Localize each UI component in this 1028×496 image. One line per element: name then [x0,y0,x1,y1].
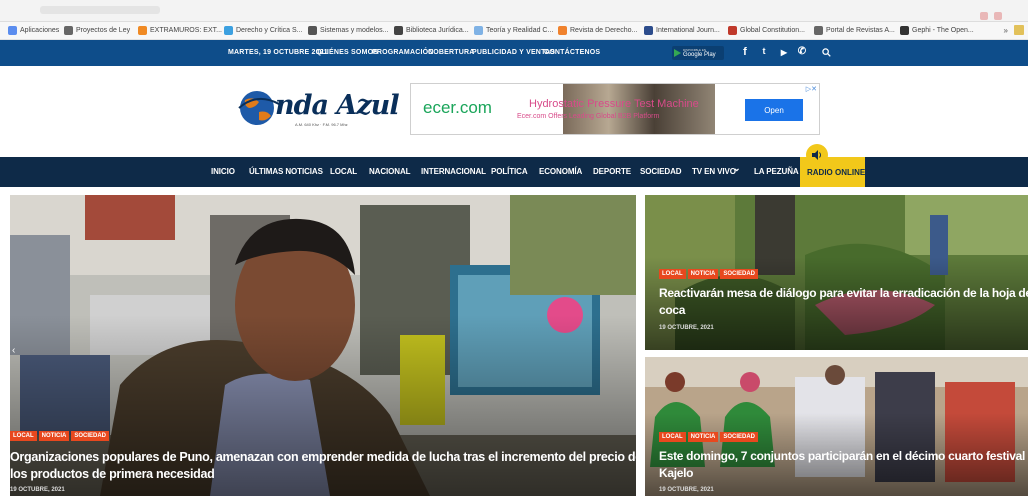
nav-item-politica[interactable]: POLÍTICA [491,167,528,176]
twitter-icon[interactable]: t [757,46,771,56]
logo-text: nda Azul [275,90,400,121]
bookmark-item[interactable]: Teoría y Realidad C... [474,26,553,35]
bookmarks-overflow-button[interactable]: » [1004,26,1008,35]
nav-item-internacional[interactable]: INTERNACIONAL [421,167,486,176]
tag-local[interactable]: LOCAL [10,431,37,441]
bookmark-item[interactable]: Biblioteca Jurídica... [394,26,469,35]
site-icon [474,26,483,35]
story-tags: LOCAL NOTICIA SOCIEDAD [659,432,759,442]
youtube-icon[interactable]: ▶ [777,48,791,57]
side-story[interactable]: LOCAL NOTICIA SOCIEDAD Reactivarán mesa … [645,195,1028,350]
minimize-icon[interactable] [980,12,988,20]
facebook-icon[interactable]: f [738,46,752,58]
story-tags: LOCAL NOTICIA SOCIEDAD [659,269,759,279]
ad-open-button[interactable]: Open [745,99,803,121]
story-date: 19 OCTUBRE, 2021 [659,325,714,331]
site-logo[interactable]: nda Azul A.M. 640 Khz · F.M. 96.7 Mhz [235,86,400,134]
tag-sociedad[interactable]: SOCIEDAD [720,432,759,442]
globe-icon [814,26,823,35]
browser-toolbar [0,0,1028,22]
tag-local[interactable]: LOCAL [659,432,686,442]
window-controls [974,7,1018,20]
featured-story[interactable]: LOCAL NOTICIA SOCIEDAD Organizaciones po… [10,195,636,496]
story-date: 19 OCTUBRE, 2021 [659,487,714,493]
bookmark-item[interactable]: Sistemas y modelos... [308,26,388,35]
tag-sociedad[interactable]: SOCIEDAD [71,431,110,441]
nav-item-inicio[interactable]: INICIO [211,167,235,176]
chevron-down-icon[interactable]: ⌄ [733,163,741,174]
logo-tagline: A.M. 640 Khz · F.M. 96.7 Mhz [295,122,348,127]
speaker-icon [806,144,828,166]
story-title[interactable]: Este domingo, 7 conjuntos participarán e… [659,448,1028,482]
folder-icon[interactable] [1014,25,1024,35]
tag-noticia[interactable]: NOTICIA [38,431,70,441]
nav-item-ultimas[interactable]: ÚLTIMAS NOTICIAS [249,167,323,176]
whatsapp-icon[interactable]: ✆ [795,46,809,57]
nav-item-deporte[interactable]: DEPORTE [593,167,631,176]
bookmark-item[interactable]: Gephi - The Open... [900,26,974,35]
ad-brand: ecer.com [423,98,492,117]
bookmark-item[interactable]: Proyectos de Ley [64,26,130,35]
maximize-icon[interactable] [994,12,1002,20]
google-play-icon [674,49,681,57]
current-date: MARTES, 19 OCTUBRE 2021 [228,49,328,56]
ad-banner[interactable]: ecer.com Hydrostatic Pressure Test Machi… [410,83,820,135]
tag-noticia[interactable]: NOTICIA [687,432,719,442]
globe-icon [64,26,73,35]
main-nav: INICIO ÚLTIMAS NOTICIAS LOCAL NACIONAL I… [0,157,1028,187]
address-bar[interactable] [40,6,160,14]
search-icon[interactable] [822,48,831,57]
document-icon [394,26,403,35]
nav-item-economia[interactable]: ECONOMÍA [539,167,582,176]
top-link[interactable]: PROGRAMACIÓN [372,49,434,56]
bookmarks-bar: Aplicaciones Proyectos de Ley EXTRAMUROS… [0,22,1028,40]
side-story[interactable]: LOCAL NOTICIA SOCIEDAD Este domingo, 7 c… [645,357,1028,496]
tag-noticia[interactable]: NOTICIA [687,269,719,279]
top-bar: MARTES, 19 OCTUBRE 2021 QUIÉNES SOMOS PR… [0,40,1028,66]
adchoices-icon[interactable]: ▷✕ [806,85,817,93]
radio-online-label: RADIO ONLINE [807,168,866,177]
site-icon [558,26,567,35]
story-tags: LOCAL NOTICIA SOCIEDAD [10,431,110,441]
site-icon [728,26,737,35]
bookmark-item[interactable]: Aplicaciones [8,26,59,35]
bookmark-item[interactable]: Revista de Derecho... [558,26,637,35]
top-link[interactable]: QUIÉNES SOMOS [316,49,378,56]
nav-item-local[interactable]: LOCAL [330,167,357,176]
bookmark-item[interactable]: Derecho y Crítica S... [224,26,303,35]
story-date: 19 OCTUBRE, 2021 [10,487,65,493]
nav-item-la-pezuna[interactable]: LA PEZUÑA [754,167,799,176]
ad-subline: Ecer.com Offers Leading Global B2B Platf… [517,113,660,120]
bookmark-item[interactable]: Global Constitution... [728,26,805,35]
top-link[interactable]: CONTÁCTENOS [544,49,600,56]
nav-item-tv-en-vivo[interactable]: TV EN VIVO [692,167,736,176]
ad-headline: Hydrostatic Pressure Test Machine [529,98,699,110]
site-icon [644,26,653,35]
apps-icon [8,26,17,35]
story-title[interactable]: Reactivarán mesa de diálogo para evitar … [659,285,1028,319]
nav-item-nacional[interactable]: NACIONAL [369,167,411,176]
bookmark-item[interactable]: Portal de Revistas A... [814,26,895,35]
bookmark-item[interactable]: EXTRAMUROS: EXT... [138,26,222,35]
chevron-left-icon[interactable]: ‹ [12,345,15,356]
site-icon [900,26,909,35]
top-link[interactable]: PUBLICIDAD Y VENTAS [472,49,555,56]
blogger-icon [138,26,147,35]
story-title[interactable]: Organizaciones populares de Puno, amenaz… [10,449,636,483]
top-link[interactable]: COBERTURA [428,49,475,56]
nav-item-sociedad[interactable]: SOCIEDAD [640,167,682,176]
tag-sociedad[interactable]: SOCIEDAD [720,269,759,279]
google-play-badge[interactable]: DISPONIBLE EN Google Play [672,46,724,60]
document-icon [308,26,317,35]
tag-local[interactable]: LOCAL [659,269,686,279]
browser-page: Aplicaciones Proyectos de Ley EXTRAMUROS… [0,0,1028,496]
site-icon [224,26,233,35]
bookmark-item[interactable]: International Journ... [644,26,720,35]
